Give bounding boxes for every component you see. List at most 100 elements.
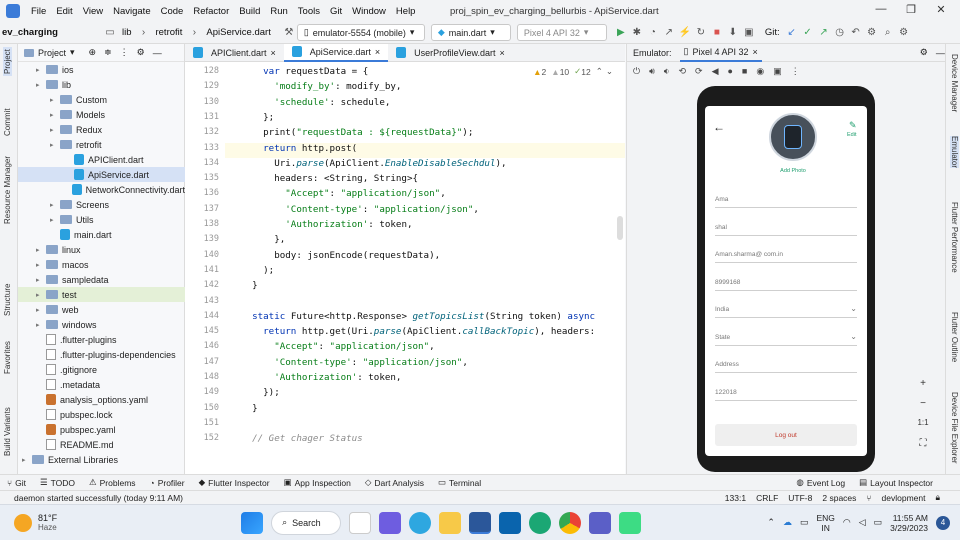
debug-icon[interactable]: ✱ [629, 27, 645, 38]
breadcrumb-lib[interactable]: lib [118, 27, 136, 38]
line-separator[interactable]: CRLF [756, 493, 778, 503]
code-line[interactable]: } [241, 403, 258, 414]
tree-item[interactable]: pubspec.lock [18, 407, 185, 422]
power-icon[interactable]: ⏻ [633, 66, 640, 77]
expand-arrow-icon[interactable]: ▸ [36, 261, 46, 269]
android-studio-icon[interactable] [619, 511, 642, 534]
tool-device-file-explorer[interactable]: Device File Explorer [950, 392, 959, 464]
tool-layout-inspector[interactable]: ▤ Layout Inspector [852, 477, 940, 488]
task-view-icon[interactable] [349, 511, 372, 534]
more-icon[interactable]: ⋮ [791, 66, 800, 77]
close-tab-icon[interactable]: × [753, 47, 758, 57]
chevron-up-icon[interactable]: ⌃ [767, 517, 775, 528]
profile-icon[interactable]: ◔ [645, 27, 661, 38]
tool-structure[interactable]: Structure [3, 284, 12, 316]
zoom-ratio-button[interactable]: 1:1 [913, 418, 933, 434]
expand-arrow-icon[interactable]: ▸ [50, 111, 60, 119]
weather-widget[interactable]: 81°F Haze [14, 513, 57, 532]
menu-file[interactable]: File [26, 6, 51, 17]
add-photo-link[interactable]: Add Photo [769, 168, 817, 174]
volume-down-icon[interactable]: 🔉︎ [664, 66, 670, 77]
editor-scrollbar[interactable] [617, 216, 623, 240]
expand-arrow-icon[interactable]: ▸ [36, 321, 46, 329]
menu-code[interactable]: Code [156, 6, 189, 17]
menu-build[interactable]: Build [234, 6, 265, 17]
code-line[interactable]: return http.get(Uri.parse(ApiClient.call… [241, 326, 595, 337]
editor-tab[interactable]: ApiService.dart × [283, 43, 389, 62]
avatar[interactable] [769, 113, 817, 161]
tree-item[interactable]: ▸ web [18, 302, 185, 317]
settings-icon[interactable]: ⚙ [864, 27, 880, 38]
status-message[interactable]: daemon started successfully (today 9:11 … [14, 493, 183, 503]
expand-arrow-icon[interactable]: ▸ [50, 96, 60, 104]
file-encoding[interactable]: UTF-8 [788, 493, 812, 503]
tree-item[interactable]: ▸ macos [18, 257, 185, 272]
code-line[interactable]: headers: <String, String>{ [241, 173, 418, 184]
tree-item[interactable]: .flutter-plugins [18, 332, 185, 347]
tool-emulator[interactable]: Emulator [950, 136, 959, 169]
rotate-left-icon[interactable]: ⟲ [678, 66, 686, 77]
tree-item[interactable]: ▸ Custom [18, 92, 185, 107]
tree-item[interactable]: ▸ retrofit [18, 137, 185, 152]
rollback-icon[interactable]: ↶ [848, 27, 864, 38]
back-icon[interactable]: ◀ [712, 66, 719, 77]
hammer-icon[interactable]: ⚒ [281, 27, 297, 38]
minimize-icon[interactable]: — [866, 3, 896, 15]
code-line[interactable]: body: jsonEncode(requestData), [241, 250, 440, 261]
project-name[interactable]: ev_charging [0, 27, 62, 38]
tree-item[interactable]: ▸ test [18, 287, 185, 302]
tree-item[interactable]: ▸ sampledata [18, 272, 185, 287]
tree-item[interactable]: main.dart [18, 227, 185, 242]
tool-build-variants[interactable]: Build Variants [3, 407, 12, 456]
profile-field[interactable]: 122018 [715, 375, 857, 401]
expand-arrow-icon[interactable]: ▸ [36, 276, 46, 284]
back-arrow-icon[interactable]: ← [713, 120, 725, 134]
tree-item[interactable]: NetworkConnectivity.dart [18, 182, 185, 197]
inspection-widget[interactable]: ▲ 2 ▲ 10 ✓ 12 ⌃ ⌄ [533, 66, 613, 77]
device-manager-icon[interactable]: ▣ [741, 27, 757, 38]
tree-item[interactable]: .flutter-plugins-dependencies [18, 347, 185, 362]
tree-item[interactable]: ▸ Utils [18, 212, 185, 227]
fit-screen-icon[interactable]: ⛶ [913, 438, 933, 454]
code-line[interactable]: return http.post( [241, 143, 357, 154]
tool-project[interactable]: Project [3, 47, 12, 76]
profile-field[interactable]: State ⌄ [715, 320, 857, 346]
teams-chat-icon[interactable] [379, 511, 402, 534]
code-line[interactable]: "Accept": "application/json", [241, 188, 445, 199]
profile-field[interactable]: 8999168 [715, 265, 857, 291]
close-icon[interactable]: ✕ [926, 3, 956, 16]
tool-favorites[interactable]: Favorites [3, 341, 12, 374]
tree-item[interactable]: analysis_options.yaml [18, 392, 185, 407]
code-line[interactable]: Uri.parse(ApiClient.EnableDisableSechdul… [241, 158, 506, 169]
code-line[interactable]: 'Authorization': token, [241, 372, 401, 383]
tree-item[interactable]: ▸ ios [18, 62, 185, 77]
hide-icon[interactable]: — [936, 48, 945, 58]
tree-item[interactable]: ▸ Screens [18, 197, 185, 212]
tool-git[interactable]: ⑂ Git [0, 478, 33, 488]
collapse-all-icon[interactable]: ≑ [104, 47, 112, 58]
tree-item[interactable]: ▸ Models [18, 107, 185, 122]
screenshot-icon[interactable]: ◉ [756, 66, 764, 77]
taskbar-search[interactable]: ⌕ Search [271, 510, 342, 535]
menu-window[interactable]: Window [347, 6, 391, 17]
menu-edit[interactable]: Edit [51, 6, 77, 17]
git-update-icon[interactable]: ↙ [784, 27, 800, 38]
caret-position[interactable]: 133:1 [725, 493, 746, 503]
word-icon[interactable] [469, 511, 492, 534]
expand-arrow-icon[interactable]: ▸ [36, 291, 46, 299]
tool-flutter-performance[interactable]: Flutter Performance [950, 202, 959, 273]
clock[interactable]: 11:55 AM 3/29/2023 [890, 513, 928, 533]
code-line[interactable]: 'Content-type': "application/json", [241, 204, 479, 215]
code-line[interactable]: }, [241, 234, 285, 245]
code-line[interactable]: 'Content-type': "application/json", [241, 357, 468, 368]
hot-reload-icon[interactable]: ⚡ [677, 27, 693, 38]
code-line[interactable]: }; [241, 112, 274, 123]
menu-tools[interactable]: Tools [293, 6, 325, 17]
menu-run[interactable]: Run [265, 6, 292, 17]
maximize-icon[interactable]: ❐ [896, 3, 926, 16]
device-selector[interactable]: ▯ emulator-5554 (mobile) ▾ [296, 24, 425, 41]
code-line[interactable]: var requestData = { [241, 66, 368, 77]
git-push-icon[interactable]: ↗ [816, 27, 832, 38]
code-line[interactable]: "Accept": "application/json", [241, 341, 434, 352]
run-icon[interactable]: ▶ [613, 27, 629, 38]
